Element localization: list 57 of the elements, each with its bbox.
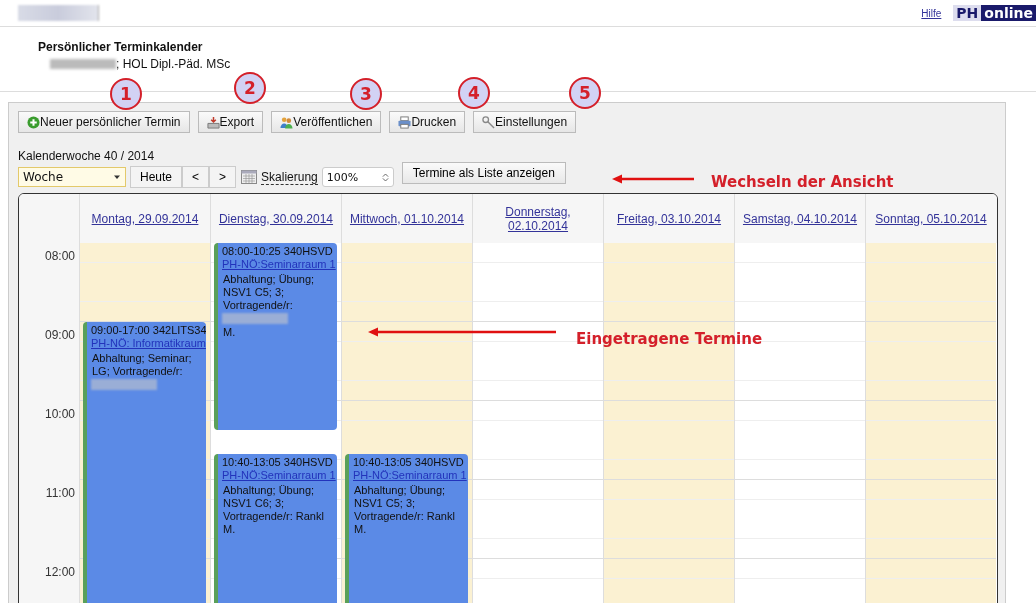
list-view-button[interactable]: Termine als Liste anzeigen [401, 162, 566, 184]
number-marker: 2 [234, 72, 266, 104]
event-description: Abhaltung; Übung; NSV1 C5; 3; Vortragende/r: [222, 273, 316, 312]
day-header-link[interactable]: Mittwoch, 01.10.2014 [349, 211, 465, 226]
calendar-event[interactable]: 10:40-13:05 340HSVD PH-NÖ:Seminarraum 1 Abhaltung; Übung; NSV1 C5; 3; Vortragende/r: Rankl M. [345, 453, 468, 603]
tray-arrow-icon [206, 115, 220, 129]
number-marker: 1 [110, 78, 142, 110]
number-marker: 3 [350, 78, 382, 110]
day-header-link[interactable]: Freitag, 03.10.2014 [616, 211, 722, 226]
toolbar-button[interactable]: Neuer persönlicher Termin [18, 111, 190, 133]
calendar-event[interactable]: 10:40-13:05 340HSVD PH-NÖ:Seminarraum 1 Abhaltung; Übung; NSV1 C6; 3; Vortragende/r: Rankl M. [214, 453, 337, 603]
printer-icon [398, 115, 412, 129]
annotation-label: Wechseln der Ansicht [711, 173, 894, 191]
toolbar-button[interactable]: Drucken [389, 111, 466, 133]
page-title: Persönlicher Terminkalender [38, 40, 204, 54]
people-icon [280, 115, 294, 129]
toolbar-button[interactable]: Einstellungen [473, 111, 577, 133]
event-title: 10:40-13:05 340HSVD [353, 455, 465, 469]
toolbar-button[interactable]: Export [197, 111, 264, 133]
view-dropdown[interactable]: Woche [18, 167, 126, 187]
logo: PH online [953, 5, 1036, 21]
next-button[interactable]: > [209, 166, 237, 188]
previous-button[interactable]: < [182, 166, 210, 188]
hour-label: 09:00 [44, 328, 75, 342]
day-header-link[interactable]: Samstag, 04.10.2014 [742, 211, 858, 226]
plus-icon [27, 115, 40, 129]
event-description: M. [222, 326, 237, 339]
calendar-event[interactable]: 08:00-10:25 340HSVD PH-NÖ:Seminarraum 1 Abhaltung; Übung; NSV1 C5; 3; Vortragende/r: M. [214, 243, 337, 430]
event-title: 08:00-10:25 340HSVD [222, 245, 334, 258]
number-marker: 5 [569, 77, 601, 109]
hour-label: 10:00 [44, 407, 75, 421]
scale-spinner[interactable]: 100% [321, 167, 394, 187]
event-title: 10:40-13:05 340HSVD [222, 455, 334, 469]
scale-label: Skalierung [261, 169, 318, 185]
calendar-icon[interactable] [241, 170, 258, 184]
blurred-name [50, 59, 116, 69]
event-title: 09:00-17:00 342LITS34 [91, 324, 204, 337]
day-header-link[interactable]: Dienstag, 30.09.2014 [218, 211, 334, 226]
hour-label: 08:00 [44, 249, 75, 263]
toolbar-button[interactable]: Veröffentlichen [271, 111, 382, 133]
dropdown-caret-icon [113, 173, 121, 181]
day-header-link[interactable]: Montag, 29.09.2014 [91, 211, 199, 226]
spinner-arrows-icon [381, 171, 389, 183]
event-description: Abhaltung; Übung; NSV1 C6; 3; Vortragende/r: Rankl M. [222, 483, 325, 536]
hour-label: 12:00 [44, 565, 75, 579]
page-subtitle: ; HOL Dipl.-Päd. MSc [116, 57, 231, 71]
event-description: Abhaltung; Seminar; LG; Vortragende/r: [91, 352, 193, 378]
annotation-label: Eingetragene Termine [576, 330, 763, 348]
hour-label: 11:00 [45, 486, 75, 500]
week-label: Kalenderwoche 40 / 2014 [18, 149, 156, 163]
calendar-event[interactable]: 09:00-17:00 342LITS34 PH-NÖ: Informatikraum Abhaltung; Seminar; LG; Vortragende/r: [83, 322, 206, 603]
event-description: Abhaltung; Übung; NSV1 C5; 3; Vortragende/r: Rankl M. [353, 483, 456, 536]
today-button[interactable]: Heute [130, 166, 183, 188]
day-header-link[interactable]: Sonntag, 05.10.2014 [875, 211, 987, 226]
help-link[interactable]: Hilfe [921, 7, 942, 19]
number-marker: 4 [458, 77, 490, 109]
day-header-link[interactable]: Donnerstag, 02.10.2014 [475, 204, 601, 233]
